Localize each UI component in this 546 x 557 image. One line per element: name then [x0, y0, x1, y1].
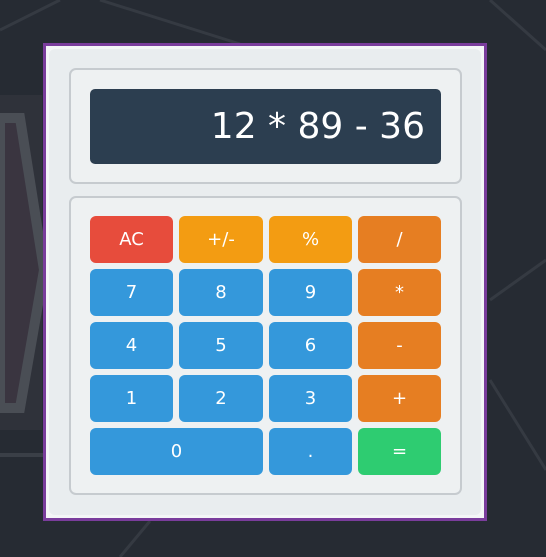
equals-button[interactable]: = — [358, 428, 441, 475]
calculator-display: 12 * 89 - 36 — [90, 89, 441, 164]
multiply-button[interactable]: * — [358, 269, 441, 316]
digit-9-button[interactable]: 9 — [269, 269, 352, 316]
digit-8-button[interactable]: 8 — [179, 269, 263, 316]
digit-3-button[interactable]: 3 — [269, 375, 352, 422]
digit-6-button[interactable]: 6 — [269, 322, 352, 369]
digit-5-button[interactable]: 5 — [179, 322, 263, 369]
decimal-button[interactable]: . — [269, 428, 352, 475]
digit-4-button[interactable]: 4 — [90, 322, 173, 369]
percent-button[interactable]: % — [269, 216, 352, 263]
ac-button[interactable]: AC — [90, 216, 173, 263]
sign-toggle-button[interactable]: +/- — [179, 216, 263, 263]
digit-7-button[interactable]: 7 — [90, 269, 173, 316]
add-button[interactable]: + — [358, 375, 441, 422]
subtract-button[interactable]: - — [358, 322, 441, 369]
digit-2-button[interactable]: 2 — [179, 375, 263, 422]
divide-button[interactable]: / — [358, 216, 441, 263]
digit-1-button[interactable]: 1 — [90, 375, 173, 422]
digit-0-button[interactable]: 0 — [90, 428, 263, 475]
